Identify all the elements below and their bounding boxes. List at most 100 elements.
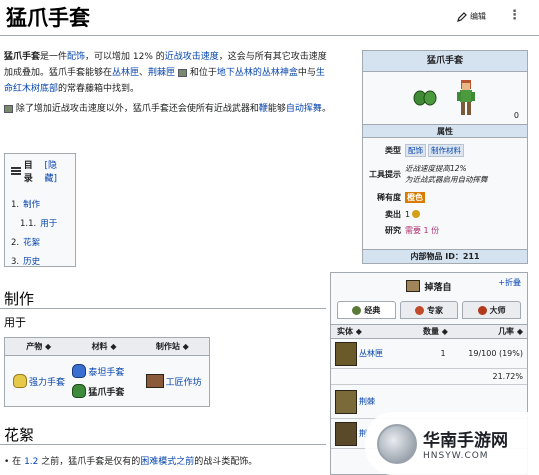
- infobox-row-rarity: 稀有度 橙色: [363, 188, 527, 206]
- link-titan-glove[interactable]: 泰坦手套: [88, 365, 124, 378]
- col-header-materials[interactable]: 材料 ◆: [72, 341, 135, 352]
- material-current: 猛爪手套: [88, 387, 125, 398]
- site-logo-icon: [377, 423, 417, 464]
- trivia-text: 的战斗类配饰。: [194, 457, 258, 467]
- toc-num: 1.1.: [20, 219, 37, 229]
- trivia-text: 在: [12, 457, 22, 467]
- link-jungle-crate-drop[interactable]: 丛林匣: [359, 348, 383, 359]
- link-autoswing[interactable]: 自动挥舞: [286, 104, 322, 114]
- table-row: 21.72%: [331, 369, 527, 385]
- link-tinkerers-workshop[interactable]: 工匠作坊: [166, 375, 202, 388]
- col-header-product[interactable]: 产物 ◆: [5, 341, 72, 352]
- feral-claws-item-icon: [413, 90, 437, 106]
- tinkerers-workshop-icon: [145, 374, 164, 388]
- drops-title: 掉落自: [424, 282, 452, 293]
- tag-accessory[interactable]: 配饰: [405, 144, 426, 157]
- tab-label: 经典: [364, 305, 381, 315]
- player-wearing-icon: [457, 80, 475, 115]
- link-whip[interactable]: 鞭: [259, 104, 268, 114]
- toc-item-crafting[interactable]: 1. 制作: [11, 198, 69, 217]
- list-icon: [11, 167, 21, 175]
- item-infobox: 猛爪手套 0 属性 类型 配饰 制作材料 工具提示 近战速度提高12% 为近战武器…: [362, 50, 528, 264]
- link-accessory[interactable]: 配饰: [67, 52, 85, 62]
- tag-crafting-material[interactable]: 制作材料: [428, 144, 464, 157]
- col-label: 产物: [26, 342, 43, 351]
- site-watermark: 华南手游网 HNSYW.COM: [365, 412, 539, 475]
- more-menu-button[interactable]: ⋮: [508, 8, 521, 23]
- toc-item-used-in[interactable]: 1.1. 用于: [11, 217, 69, 236]
- edit-label: 编辑: [470, 12, 486, 21]
- intro-paragraph: 猛爪手套是一件配饰，可以增加 12% 的近战攻击速度，这会与所有其它攻击速度加成…: [4, 49, 332, 97]
- page-title: 猛爪手套: [6, 5, 90, 30]
- table-of-contents: 目录 [隐藏] 1. 制作 1.1. 用于 2. 花絮 3. 历史: [4, 153, 76, 267]
- link-bramble-crate[interactable]: 荆棘匣: [148, 68, 175, 78]
- gold-coin-icon: [412, 210, 421, 218]
- toc-hide-toggle[interactable]: [隐藏]: [44, 158, 69, 184]
- intro-text: 除了增加近战攻击速度以外，猛爪手套还会使所有近战武器和: [15, 104, 259, 114]
- col-label: 数量: [423, 327, 439, 336]
- section-heading-crafting: 制作: [4, 290, 35, 308]
- infobox-row-tooltip: 工具提示 近战速度提高12% 为近战武器启用自动挥舞: [363, 160, 527, 188]
- tooltip-line: 近战速度提高12%: [405, 164, 467, 173]
- toc-num: 1.: [11, 200, 20, 210]
- glove-small-icon: [4, 104, 13, 113]
- toc-num: 2.: [11, 238, 20, 248]
- difficulty-tabs: 经典 专家 大师: [331, 299, 527, 321]
- col-label: 几率: [498, 327, 515, 336]
- link-underground-jungle[interactable]: 地下丛林的丛林神盒: [217, 68, 298, 78]
- link-melee-speed[interactable]: 近战攻击速度: [165, 52, 219, 62]
- intro-text: 、: [139, 68, 149, 78]
- infobox-row-type: 类型 配饰 制作材料: [363, 141, 527, 160]
- titan-glove-icon: [72, 364, 87, 378]
- tab-classic[interactable]: 经典: [337, 301, 396, 319]
- row-key: 工具提示: [369, 169, 401, 179]
- drops-header: 掉落自 +折叠: [331, 273, 527, 299]
- power-glove-icon: [13, 374, 27, 388]
- edit-button[interactable]: 编辑: [457, 11, 486, 22]
- station-cell: 工匠作坊: [136, 374, 209, 388]
- chance-cell: 19/100 (19%): [468, 349, 523, 358]
- intro-text: ，可以增加 12% 的: [85, 52, 165, 62]
- section-heading-trivia: 花絮: [4, 426, 35, 444]
- research-value: 需要 1 份: [405, 225, 440, 235]
- toc-title: 目录: [23, 161, 33, 184]
- material-item: 泰坦手套: [72, 364, 135, 378]
- toc-text: 历史: [23, 257, 41, 267]
- crate-icon: [177, 68, 187, 77]
- col-header-station[interactable]: 制作站 ◆: [136, 341, 209, 352]
- tab-label: 专家: [427, 305, 443, 315]
- used-in-table: 产物 ◆ 材料 ◆ 制作站 ◆ 强力手套 泰坦手套 猛爪手套 工匠作坊: [4, 337, 210, 407]
- expert-mode-icon: [415, 305, 424, 315]
- intro-text: 的常春藤箱中找到。: [58, 84, 140, 94]
- drops-collapse-toggle[interactable]: +折叠: [498, 277, 521, 288]
- watermark-title: 华南手游网: [423, 431, 508, 451]
- link-bramble-crate-drop[interactable]: 荆棘: [359, 396, 375, 407]
- intro-text: 能够: [267, 104, 286, 114]
- toc-item-trivia[interactable]: 2. 花絮: [11, 236, 69, 255]
- drops-table-header: 实体 ◆ 数量 ◆ 几率 ◆: [331, 324, 527, 339]
- col-header-entity[interactable]: 实体 ◆: [331, 326, 423, 337]
- col-label: 制作站: [155, 342, 180, 351]
- infobox-images: 0: [363, 72, 527, 124]
- col-header-chance[interactable]: 几率 ◆: [463, 326, 527, 337]
- link-version[interactable]: 1.2: [24, 457, 38, 467]
- tab-master[interactable]: 大师: [462, 301, 522, 319]
- link-power-glove[interactable]: 强力手套: [29, 375, 65, 388]
- master-mode-icon: [477, 305, 487, 315]
- watermark-url: HNSYW.COM: [423, 451, 489, 461]
- bramble-crate-icon: [335, 389, 357, 414]
- tab-expert[interactable]: 专家: [399, 301, 459, 319]
- link-pre-hardmode[interactable]: 困难模式之前: [140, 457, 194, 467]
- toc-item-history[interactable]: 3. 历史: [11, 255, 69, 274]
- tab-label: 大师: [489, 305, 506, 315]
- trivia-text: 之前，猛爪手套是仅有的: [41, 457, 141, 467]
- product-cell: 强力手套: [5, 374, 72, 388]
- intro-text: 和位于: [189, 68, 217, 78]
- intro-text: 是一件: [40, 52, 68, 62]
- fold-label: 折叠: [505, 278, 521, 287]
- jungle-crate-icon: [335, 341, 357, 366]
- link-jungle-crate[interactable]: 丛林匣: [112, 68, 139, 78]
- pencil-icon: [457, 11, 467, 22]
- col-header-qty[interactable]: 数量 ◆: [423, 326, 463, 337]
- subsection-heading-used-in: 用于: [4, 316, 26, 329]
